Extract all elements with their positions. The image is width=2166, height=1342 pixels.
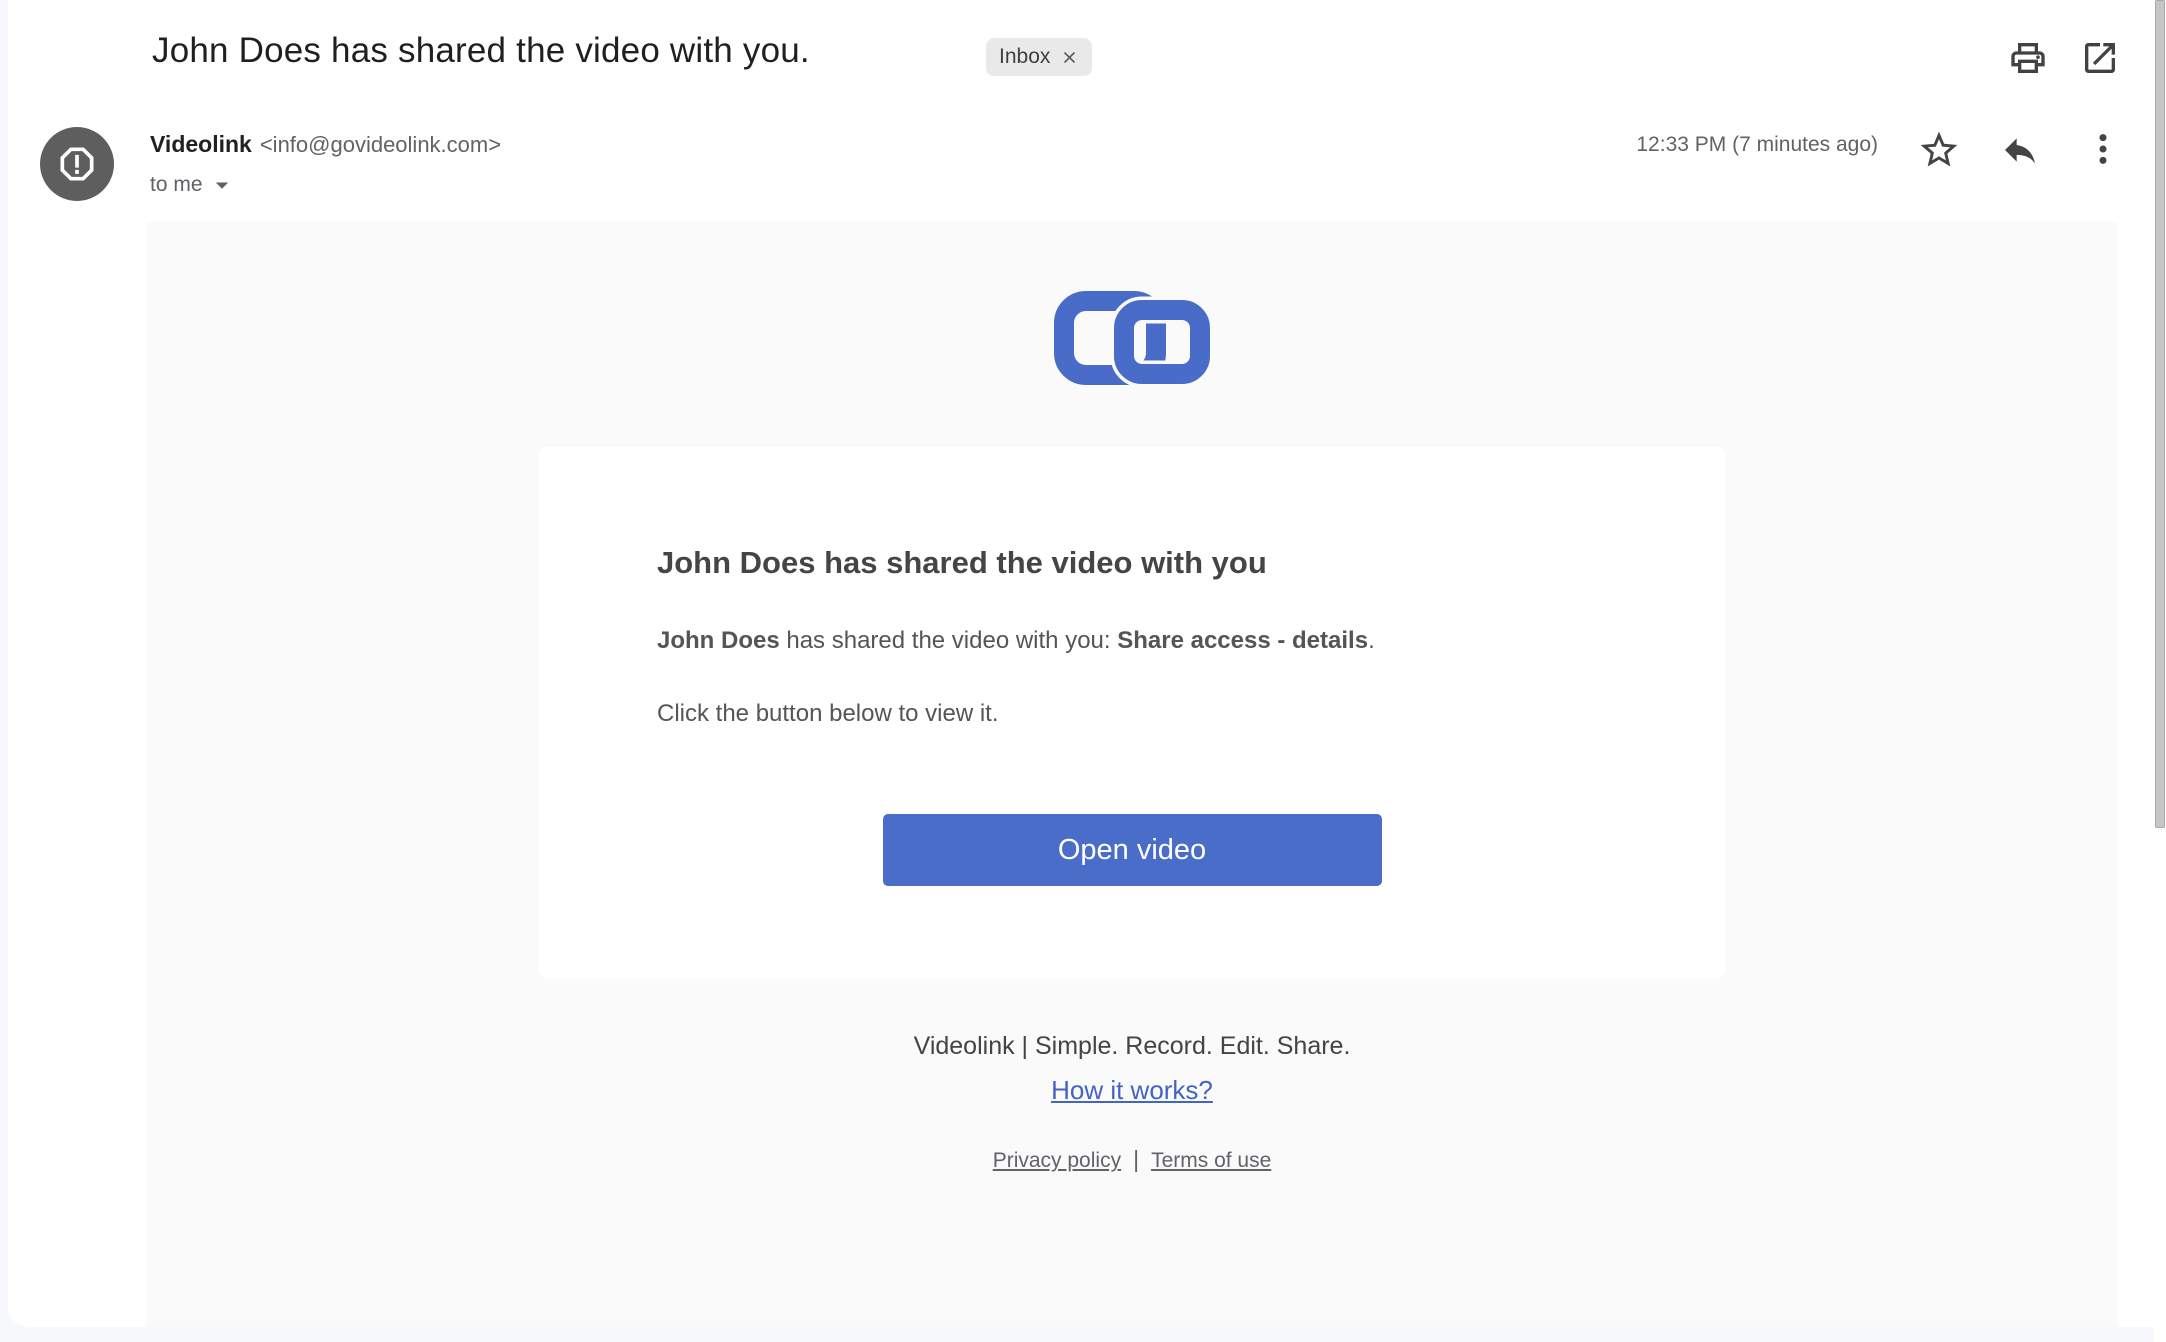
email-timestamp: 12:33 PM (7 minutes ago)	[1636, 133, 1878, 157]
legal-links: Privacy policy | Terms of use	[146, 1146, 2118, 1173]
footer-tagline: Videolink | Simple. Record. Edit. Share.	[146, 1030, 2118, 1062]
label-close-button[interactable]	[1060, 48, 1079, 67]
star-button[interactable]	[1917, 128, 1961, 172]
expand-details-caret-icon	[207, 170, 237, 200]
email-content-area: John Does has shared the video with you …	[146, 222, 2118, 1327]
inbox-label-text: Inbox	[999, 45, 1050, 69]
videolink-chain-logo-icon	[1054, 291, 1210, 385]
more-options-button[interactable]	[2082, 128, 2124, 170]
email-card: John Does has shared the video with you …	[538, 447, 1726, 978]
email-body-line1: John Does has shared the video with you:…	[657, 626, 1607, 656]
warning-octagon-icon	[55, 142, 99, 186]
sender-avatar	[40, 127, 114, 201]
open-in-new-icon	[2080, 38, 2120, 78]
sender-name: Videolink	[150, 131, 252, 158]
close-icon	[1060, 48, 1079, 67]
print-icon	[2008, 38, 2048, 78]
legal-separator: |	[1133, 1146, 1139, 1172]
subject-title: John Does has shared the video with you.	[152, 30, 810, 72]
recipient-details-toggle[interactable]: to me	[150, 170, 237, 200]
scrollbar-thumb[interactable]	[2155, 0, 2165, 828]
scrollbar-track[interactable]	[2154, 0, 2166, 1342]
open-video-button[interactable]: Open video	[883, 814, 1382, 886]
email-heading: John Does has shared the video with you	[657, 544, 1607, 581]
open-in-new-button[interactable]	[2080, 38, 2120, 78]
star-icon	[1917, 128, 1961, 172]
print-button[interactable]	[2008, 38, 2048, 78]
reply-icon	[2000, 130, 2040, 170]
more-vert-icon	[2082, 128, 2124, 170]
privacy-policy-link[interactable]: Privacy policy	[993, 1149, 1121, 1172]
sender-email: <info@govideolink.com>	[260, 132, 501, 158]
terms-of-use-link[interactable]: Terms of use	[1151, 1149, 1271, 1172]
inbox-label-chip[interactable]: Inbox	[986, 38, 1092, 76]
how-it-works-link[interactable]: How it works?	[1051, 1075, 1213, 1105]
recipient-label: to me	[150, 173, 203, 197]
reply-button[interactable]	[2000, 130, 2040, 170]
email-body-line2: Click the button below to view it.	[657, 699, 1607, 729]
